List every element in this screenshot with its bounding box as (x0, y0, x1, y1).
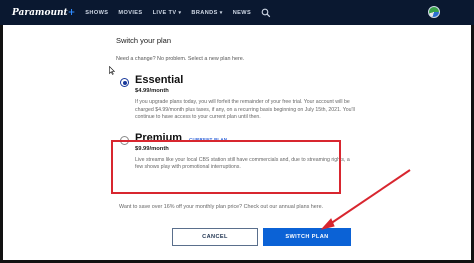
nav-item-news[interactable]: NEWS (233, 10, 251, 16)
logo-text: Paramount (12, 7, 68, 18)
nav-item-label: BRANDS (191, 9, 218, 16)
paramount-plus-logo[interactable]: Paramount+ (12, 8, 75, 18)
logo-plus: + (67, 7, 76, 18)
page-title: Switch your plan (116, 36, 172, 45)
top-navigation: Paramount+ SHOWS MOVIES LIVE TV ▾ BRANDS ▾… (0, 0, 474, 25)
chevron-down-icon: ▾ (219, 9, 223, 16)
nav-item-live-tv[interactable]: LIVE TV ▾ (153, 10, 182, 16)
plan-price: $4.99/month (135, 88, 169, 94)
nav-item-shows[interactable]: SHOWS (85, 10, 108, 16)
search-icon[interactable] (261, 8, 271, 18)
nav-item-movies[interactable]: MOVIES (118, 10, 142, 16)
arrow-cursor-icon (109, 66, 115, 75)
nav-item-brands[interactable]: BRANDS ▾ (191, 10, 222, 16)
switch-plan-button[interactable]: SWITCH PLAN (263, 228, 351, 246)
plan-name: Essential (135, 74, 184, 86)
plan-option-essential[interactable]: Essential $4.99/month If you upgrade pla… (116, 74, 356, 122)
nav-item-label: LIVE TV (152, 9, 177, 16)
cancel-button[interactable]: CANCEL (172, 228, 258, 246)
annual-plans-note[interactable]: Want to save over 16% off your monthly p… (119, 204, 323, 210)
premium-highlight-box (111, 140, 341, 194)
chevron-down-icon: ▾ (178, 9, 182, 16)
nav-item-label: SHOWS (85, 9, 109, 16)
nav-item-label: NEWS (232, 9, 252, 16)
avatar[interactable] (428, 6, 440, 18)
page-subtitle: Need a change? No problem. Select a new … (116, 56, 245, 62)
plan-description: If you upgrade plans today, you will for… (135, 99, 355, 121)
essential-radio[interactable] (120, 78, 129, 87)
nav-item-label: MOVIES (118, 9, 143, 16)
